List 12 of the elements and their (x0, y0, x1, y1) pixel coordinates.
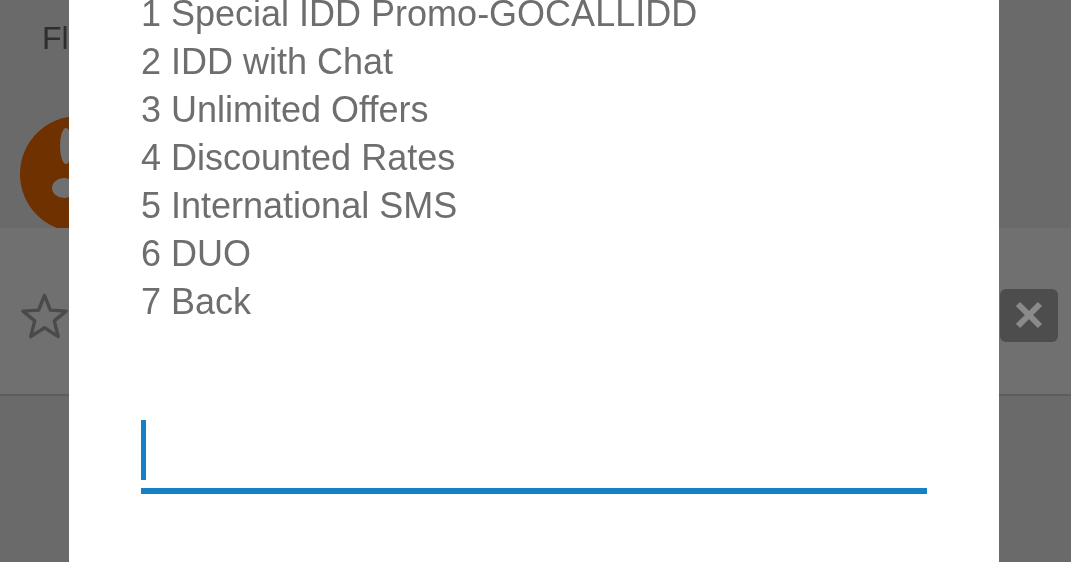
menu-option: 4 Discounted Rates (141, 134, 456, 182)
menu-option: 2 IDD with Chat (141, 38, 394, 86)
menu-option: 5 International SMS (141, 182, 458, 230)
page-title: Fl (42, 20, 69, 57)
menu-option: 6 DUO (141, 230, 252, 278)
menu-option: 1 Special IDD Promo-GOCALLIDD (141, 0, 698, 38)
menu-option: 7 Back (141, 278, 252, 326)
input-field[interactable] (141, 420, 927, 494)
star-icon[interactable] (20, 292, 69, 340)
close-button[interactable] (1000, 288, 1058, 342)
menu-option: 3 Unlimited Offers (141, 86, 429, 134)
close-icon (1014, 300, 1044, 330)
